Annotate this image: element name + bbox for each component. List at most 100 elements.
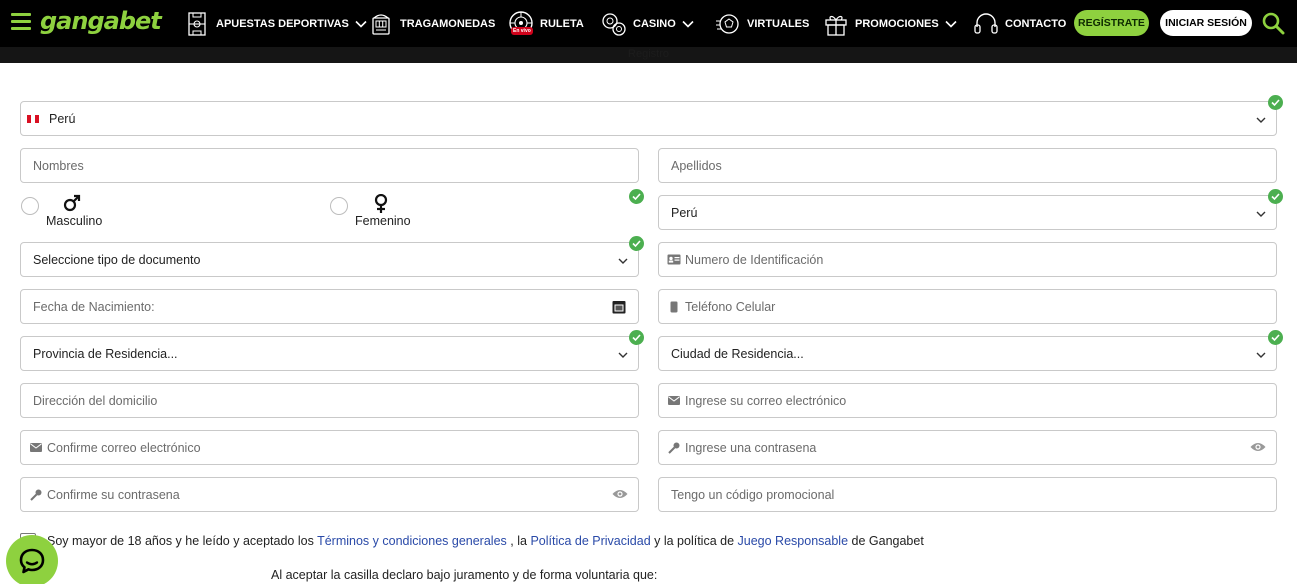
nav-promociones[interactable]: PROMOCIONES xyxy=(823,0,957,47)
email-confirm-placeholder: Confirme correo electrónico xyxy=(47,440,201,455)
gender-male-radio[interactable] xyxy=(21,197,39,215)
key-icon xyxy=(29,488,43,502)
chevron-down-icon xyxy=(1256,208,1266,218)
roulette-icon: En vivo xyxy=(508,10,534,37)
address-placeholder: Dirección del domicilio xyxy=(33,393,158,408)
valid-check-icon xyxy=(1268,95,1283,110)
login-button[interactable]: INICIAR SESIÓN xyxy=(1160,10,1252,36)
valid-check-icon xyxy=(629,330,644,345)
terms-conditions-link[interactable]: Términos y condiciones generales xyxy=(317,534,507,548)
nav-label: PROMOCIONES xyxy=(855,17,939,30)
email-placeholder: Ingrese su correo electrónico xyxy=(685,393,847,408)
male-symbol-icon xyxy=(63,194,81,212)
document-type-select[interactable]: Seleccione tipo de documento xyxy=(20,242,639,277)
first-name-placeholder: Nombres xyxy=(33,158,84,173)
address-input[interactable]: Dirección del domicilio xyxy=(20,383,639,418)
nav-tragamonedas[interactable]: TRAGAMONEDAS xyxy=(368,0,495,47)
terms-suffix: de Gangabet xyxy=(851,534,924,548)
password-input[interactable]: Ingrese una contrasena xyxy=(658,430,1277,465)
promo-code-placeholder: Tengo un código promocional xyxy=(671,487,835,502)
slot-machine-icon xyxy=(368,11,394,37)
page-title: Registro xyxy=(628,48,669,60)
document-type-value: Seleccione tipo de documento xyxy=(33,252,201,267)
birth-date-placeholder: Fecha de Nacimiento: xyxy=(33,299,155,314)
promo-code-input[interactable]: Tengo un código promocional xyxy=(658,477,1277,512)
live-badge: En vivo xyxy=(511,26,533,35)
calendar-icon[interactable] xyxy=(612,300,626,314)
nav-contacto[interactable]: CONTACTO xyxy=(973,0,1066,47)
email-confirm-input[interactable]: Confirme correo electrónico xyxy=(20,430,639,465)
hamburger-menu-icon[interactable] xyxy=(11,13,31,31)
chevron-down-icon xyxy=(618,349,628,359)
nav-ruleta[interactable]: En vivo RULETA xyxy=(508,0,584,47)
peru-flag-icon xyxy=(27,114,39,123)
gender-female-label: Femenino xyxy=(355,214,411,228)
mobile-phone-icon xyxy=(667,300,681,314)
sports-field-icon xyxy=(184,11,210,37)
female-symbol-icon xyxy=(372,193,390,213)
last-name-input[interactable]: Apellidos xyxy=(658,148,1277,183)
country-select[interactable]: Perú xyxy=(658,195,1277,230)
password-confirm-placeholder: Confirme su contrasena xyxy=(47,487,180,502)
country-value: Perú xyxy=(671,205,698,220)
nav-casino[interactable]: CASINO xyxy=(601,0,694,47)
declaration-text: Al aceptar la casilla declaro bajo juram… xyxy=(271,568,658,582)
chevron-down-icon xyxy=(618,255,628,265)
password-placeholder: Ingrese una contrasena xyxy=(685,440,817,455)
gender-male-label: Masculino xyxy=(46,214,103,228)
valid-check-icon xyxy=(629,189,644,204)
chevron-down-icon xyxy=(355,18,367,30)
nav-label: APUESTAS DEPORTIVAS xyxy=(216,17,349,30)
live-chat-button[interactable] xyxy=(6,535,58,584)
responsible-gaming-link[interactable]: Juego Responsable xyxy=(738,534,849,548)
key-icon xyxy=(667,441,681,455)
nav-apuestas-deportivas[interactable]: APUESTAS DEPORTIVAS xyxy=(184,0,367,47)
valid-check-icon xyxy=(629,236,644,251)
nav-label: CONTACTO xyxy=(1005,17,1067,30)
birth-date-input[interactable]: Fecha de Nacimiento: xyxy=(20,289,639,324)
chat-bubble-icon xyxy=(19,548,45,574)
last-name-placeholder: Apellidos xyxy=(671,158,722,173)
chevron-down-icon xyxy=(682,18,694,30)
nationality-select[interactable]: Perú xyxy=(20,101,1277,136)
gender-female-radio[interactable] xyxy=(330,197,348,215)
search-icon[interactable] xyxy=(1261,11,1285,35)
chevron-down-icon xyxy=(945,18,957,30)
chevron-down-icon xyxy=(1256,114,1266,124)
privacy-policy-link[interactable]: Política de Privacidad xyxy=(530,534,650,548)
show-password-eye-icon[interactable] xyxy=(612,488,628,502)
headset-icon xyxy=(973,11,999,37)
province-value: Provincia de Residencia... xyxy=(33,346,178,361)
chevron-down-icon xyxy=(1256,349,1266,359)
city-select[interactable]: Ciudad de Residencia... xyxy=(658,336,1277,371)
nav-label: CASINO xyxy=(633,17,676,30)
terms-separator: , la xyxy=(510,534,527,548)
id-card-icon xyxy=(667,253,681,267)
terms-text: Soy mayor de 18 años y he leído y acepta… xyxy=(47,534,924,548)
first-name-input[interactable]: Nombres xyxy=(20,148,639,183)
envelope-icon xyxy=(29,441,43,455)
virtual-ball-icon xyxy=(715,11,741,37)
register-button[interactable]: REGÍSTRATE xyxy=(1074,10,1149,36)
phone-input[interactable]: Teléfono Celular xyxy=(658,289,1277,324)
terms-separator: y la política de xyxy=(654,534,735,548)
id-number-placeholder: Numero de Identificación xyxy=(685,252,824,267)
top-navigation-bar: gangabet APUESTAS DEPORTIVAS TRAGAMONEDA… xyxy=(0,0,1297,47)
gangabet-logo[interactable]: gangabet xyxy=(40,6,162,36)
id-number-input[interactable]: Numero de Identificación xyxy=(658,242,1277,277)
phone-placeholder: Teléfono Celular xyxy=(685,299,776,314)
province-select[interactable]: Provincia de Residencia... xyxy=(20,336,639,371)
valid-check-icon xyxy=(1268,330,1283,345)
city-value: Ciudad de Residencia... xyxy=(671,346,804,361)
envelope-icon xyxy=(667,394,681,408)
gift-icon xyxy=(823,11,849,37)
email-input[interactable]: Ingrese su correo electrónico xyxy=(658,383,1277,418)
show-password-eye-icon[interactable] xyxy=(1250,441,1266,455)
nav-label: RULETA xyxy=(540,17,584,30)
nationality-value: Perú xyxy=(49,111,76,126)
password-confirm-input[interactable]: Confirme su contrasena xyxy=(20,477,639,512)
nav-virtuales[interactable]: VIRTUALES xyxy=(715,0,809,47)
terms-prefix: Soy mayor de 18 años y he leído y acepta… xyxy=(47,534,314,548)
nav-label: VIRTUALES xyxy=(747,17,810,30)
casino-chips-icon xyxy=(601,11,627,37)
